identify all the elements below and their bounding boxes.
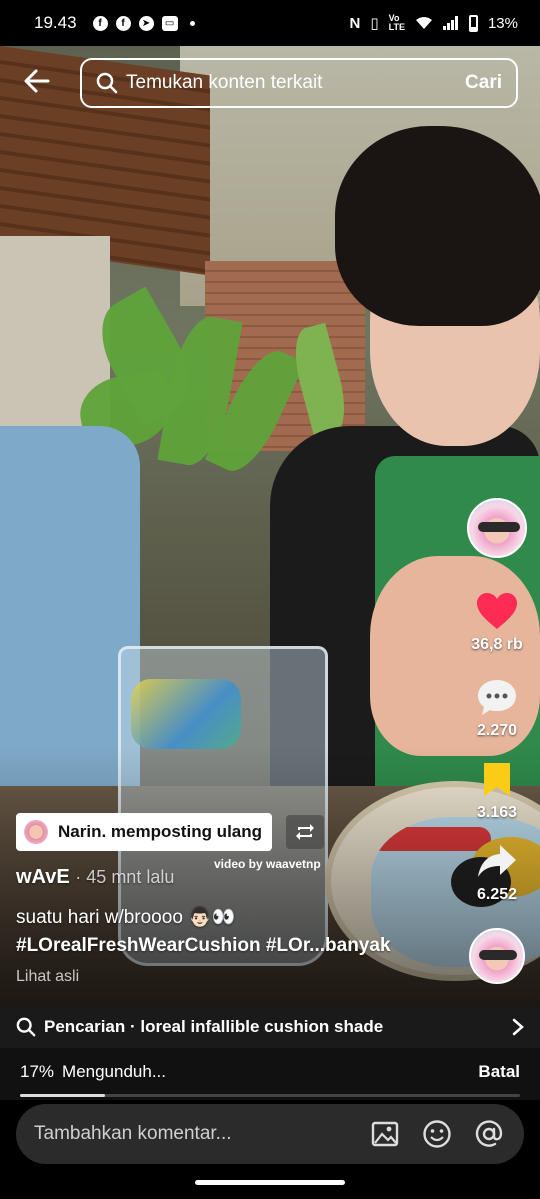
see-original-link[interactable]: Lihat asli	[16, 968, 79, 986]
search-input[interactable]: Temukan konten terkait	[126, 72, 465, 94]
video-watermark: video by waavetnp	[214, 857, 321, 871]
repost-icon	[296, 824, 314, 840]
chevron-right-icon	[512, 1018, 524, 1036]
bookmark-icon	[484, 763, 510, 796]
mention-button[interactable]	[472, 1117, 506, 1151]
cancel-download-button[interactable]: Batal	[478, 1062, 520, 1082]
signal-icon	[442, 16, 458, 30]
save-button[interactable]: 3.163	[475, 758, 519, 822]
author-name[interactable]: wAvE	[16, 866, 70, 888]
comment-count: 2.270	[476, 722, 518, 739]
sound-disc-avatar[interactable]	[469, 928, 525, 984]
post-time: · 45 mnt lalu	[75, 867, 175, 887]
caption-more-link[interactable]: banyak	[325, 935, 390, 956]
download-label: Mengunduh...	[62, 1062, 166, 1081]
like-count: 36,8 rb	[471, 636, 523, 653]
search-box[interactable]: Temukan konten terkait Cari	[80, 58, 518, 108]
caption-text: suatu hari w/broooo 👨🏻👀	[16, 907, 236, 928]
share-button[interactable]: 6.252	[475, 840, 519, 904]
heart-icon	[477, 593, 517, 629]
battery-percent: 13%	[487, 14, 518, 32]
author-line[interactable]: wAvE · 45 mnt lalu	[16, 866, 174, 889]
search-icon	[96, 72, 118, 94]
facebook-icon: f	[92, 15, 108, 31]
repost-button[interactable]	[286, 815, 324, 849]
comment-button[interactable]: 2.270	[475, 676, 519, 740]
video-caption[interactable]: suatu hari w/broooo 👨🏻👀 #LOrealFreshWear…	[16, 904, 456, 960]
status-bar: 19.43 f f ➤ ▭ N ▯ Vo LTE 13%	[0, 0, 540, 46]
repost-chip[interactable]: Narin. memposting ulang	[16, 813, 273, 851]
repost-label: Narin. memposting ulang	[58, 822, 263, 841]
search-suggestion-text: Pencarian · loreal infallible cushion sh…	[44, 1017, 384, 1036]
save-count: 3.163	[476, 804, 518, 821]
creator-avatar[interactable]	[467, 498, 527, 558]
at-sign-icon	[475, 1120, 503, 1147]
more-notifications-icon	[189, 20, 195, 26]
caption-hashtags[interactable]: #LOrealFreshWearCushion #LOr...	[16, 935, 325, 956]
comment-placeholder: Tambahkan komentar...	[34, 1123, 232, 1144]
facebook-icon: f	[115, 15, 131, 31]
download-progress-fill	[20, 1094, 105, 1097]
arrow-left-icon	[24, 69, 50, 93]
emoji-button[interactable]	[420, 1117, 454, 1151]
search-icon	[16, 1017, 36, 1037]
clock: 19.43	[34, 13, 77, 32]
wifi-icon	[415, 17, 432, 29]
home-indicator	[195, 1180, 345, 1185]
app-icon: ▭	[161, 15, 178, 31]
search-button[interactable]: Cari	[465, 72, 502, 94]
image-button[interactable]	[368, 1117, 402, 1151]
comment-input[interactable]: Tambahkan komentar...	[16, 1104, 524, 1164]
nfc-icon: N	[349, 14, 361, 32]
emoji-icon	[423, 1120, 451, 1148]
vibrate-icon: ▯	[370, 15, 379, 32]
action-rail: 36,8 rb 2.270 3.163 6.252	[466, 498, 528, 984]
battery-icon	[468, 14, 478, 32]
share-count: 6.252	[476, 886, 518, 903]
back-button[interactable]	[22, 66, 62, 100]
search-suggestion-bar[interactable]: Pencarian · loreal infallible cushion sh…	[0, 1006, 540, 1048]
volte-icon: Vo LTE	[388, 13, 405, 32]
telegram-icon: ➤	[138, 15, 154, 31]
comment-icon	[478, 680, 516, 715]
reposter-avatar	[24, 820, 48, 844]
like-button[interactable]: 36,8 rb	[471, 590, 523, 654]
image-icon	[371, 1121, 399, 1147]
share-icon	[478, 845, 516, 877]
download-progress-track	[20, 1094, 520, 1097]
download-percent: 17%	[20, 1062, 55, 1081]
download-bar: 17% Mengunduh... Batal	[0, 1048, 540, 1100]
top-bar: Temukan konten terkait Cari	[0, 56, 540, 110]
